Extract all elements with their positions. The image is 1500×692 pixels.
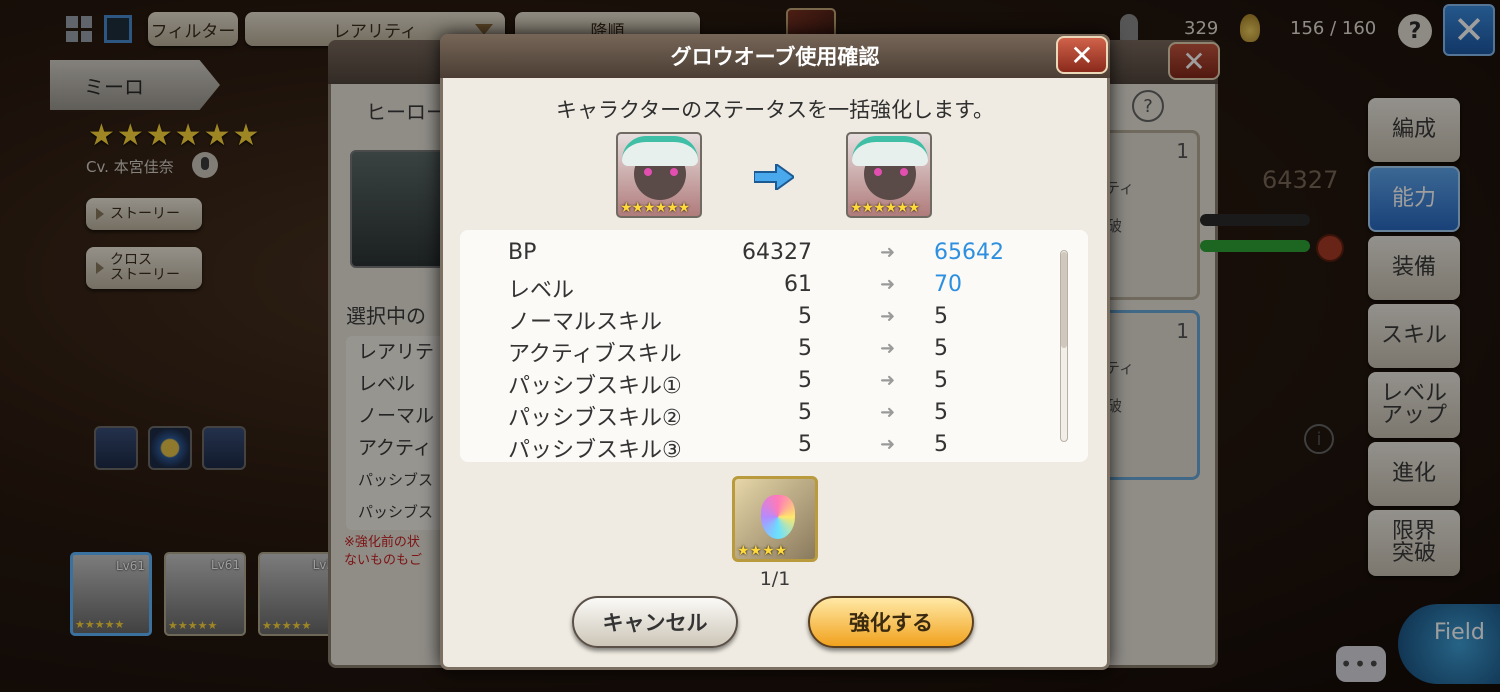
stat-to: 65642 bbox=[934, 240, 1004, 265]
arrow-icon: ➜ bbox=[880, 434, 896, 455]
stat-from: 5 bbox=[798, 368, 812, 393]
dialog-message: キャラクターのステータスを一括強化します。 bbox=[555, 98, 995, 122]
stat-to: 5 bbox=[934, 400, 948, 425]
portrait-stars: ★★★★★★ bbox=[850, 200, 920, 216]
orb-gem-icon bbox=[761, 495, 795, 539]
stat-row: パッシブスキル③ 5 ➜ 5 bbox=[460, 432, 1060, 462]
scrollbar-thumb[interactable] bbox=[1061, 252, 1067, 348]
dialog-title: グロウオーブ使用確認 bbox=[440, 34, 1110, 78]
stat-to: 5 bbox=[934, 336, 948, 361]
stat-to: 5 bbox=[934, 368, 948, 393]
stat-from: 5 bbox=[798, 400, 812, 425]
portrait-after: ★★★★★★ bbox=[846, 132, 932, 218]
stat-to: 5 bbox=[934, 304, 948, 329]
orb-stars: ★★★★ bbox=[737, 543, 788, 559]
stat-to: 5 bbox=[934, 432, 948, 457]
stat-row: BP 64327 ➜ 65642 bbox=[460, 240, 1060, 272]
arrow-icon: ➜ bbox=[880, 402, 896, 423]
stat-comparison-list[interactable]: BP 64327 ➜ 65642 レベル 61 ➜ 70 ノーマルスキル 5 ➜… bbox=[460, 230, 1088, 462]
stat-from: 64327 bbox=[742, 240, 812, 265]
arrow-icon: ➜ bbox=[880, 306, 896, 327]
stat-to: 70 bbox=[934, 272, 962, 297]
stat-label: パッシブスキル③ bbox=[508, 438, 682, 462]
stat-row: パッシブスキル② 5 ➜ 5 bbox=[460, 400, 1060, 432]
portrait-before: ★★★★★★ bbox=[616, 132, 702, 218]
orb-count: 1/1 bbox=[759, 568, 791, 590]
arrow-icon: ➜ bbox=[880, 274, 896, 295]
stat-row: パッシブスキル① 5 ➜ 5 bbox=[460, 368, 1060, 400]
stat-label: アクティブスキル bbox=[508, 342, 682, 367]
dialog-close-button[interactable]: ✕ bbox=[1056, 36, 1108, 74]
stat-label: BP bbox=[508, 240, 537, 265]
cancel-button[interactable]: キャンセル bbox=[572, 596, 738, 648]
stat-row: アクティブスキル 5 ➜ 5 bbox=[460, 336, 1060, 368]
grow-orb-icon: ★★★★ bbox=[732, 476, 818, 562]
arrow-right-icon bbox=[754, 164, 794, 190]
stat-from: 5 bbox=[798, 432, 812, 457]
arrow-icon: ➜ bbox=[880, 370, 896, 391]
enhance-button[interactable]: 強化する bbox=[808, 596, 974, 648]
stat-row: ノーマルスキル 5 ➜ 5 bbox=[460, 304, 1060, 336]
stat-label: パッシブスキル② bbox=[508, 406, 682, 431]
stat-from: 5 bbox=[798, 304, 812, 329]
portrait-stars: ★★★★★★ bbox=[620, 200, 690, 216]
stat-row: レベル 61 ➜ 70 bbox=[460, 272, 1060, 304]
arrow-icon: ➜ bbox=[880, 338, 896, 359]
stat-label: パッシブスキル① bbox=[508, 374, 682, 399]
stat-from: 5 bbox=[798, 336, 812, 361]
stat-label: レベル bbox=[508, 278, 575, 303]
stat-from: 61 bbox=[784, 272, 812, 297]
arrow-icon: ➜ bbox=[880, 242, 896, 263]
stat-label: ノーマルスキル bbox=[508, 310, 663, 335]
